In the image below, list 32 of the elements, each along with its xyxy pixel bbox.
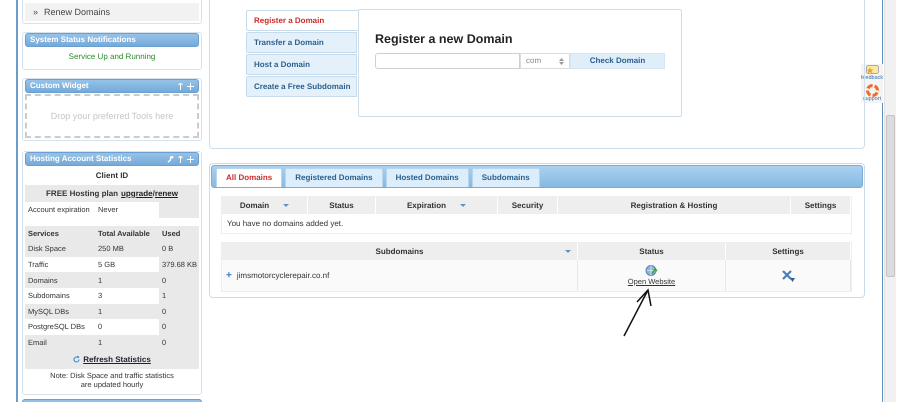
column-header: Registration & Hosting — [558, 197, 791, 214]
column-header: Security — [498, 197, 558, 214]
widget-title: System Status Notifications — [30, 35, 136, 45]
column-header: Settings — [791, 197, 851, 214]
check-domain-button[interactable]: Check Domain — [570, 53, 665, 69]
domains-tab[interactable]: All Domains — [216, 168, 282, 187]
link-separator: / — [152, 188, 155, 198]
domains-tab[interactable]: Registered Domains — [285, 168, 383, 187]
column-header: Status — [308, 197, 376, 214]
domains-tab[interactable]: Subdomains — [472, 168, 540, 187]
domains-tab[interactable]: Hosted Domains — [386, 168, 469, 187]
tld-select[interactable]: com — [520, 53, 570, 69]
widget-title: Custom Widget — [30, 81, 89, 91]
domain-action-tab[interactable]: Host a Domain — [246, 54, 357, 75]
plan-text: FREE Hosting plan — [46, 188, 118, 198]
domain-action-tab[interactable]: Create a Free Subdomain — [246, 76, 357, 97]
widget-title: Hosting Account Statistics — [30, 154, 132, 164]
domain-action-tab[interactable]: Transfer a Domain — [246, 32, 357, 53]
sidebar-menu-item[interactable]: » Renew Domains — [25, 3, 199, 21]
panel-title: Register a new Domain — [375, 32, 514, 47]
column-header[interactable]: Domain — [222, 197, 308, 214]
upgrade-link[interactable]: upgrade — [121, 188, 153, 198]
empty-message: You have no domains added yet. — [226, 218, 344, 230]
refresh-link[interactable]: Refresh Statistics — [83, 355, 151, 365]
column-header[interactable]: Expiration — [376, 197, 498, 214]
expand-icon[interactable]: + — [226, 270, 232, 282]
client-id-label: Client ID — [94, 170, 130, 182]
subdomain-name: jimsmotorcyclerepair.co.nf — [236, 270, 330, 280]
drop-hint: Drop your preferred Tools here — [50, 110, 174, 122]
domain-action-tab[interactable]: Register a Domain — [246, 10, 358, 31]
renew-link[interactable]: renew — [154, 188, 178, 198]
status-message: Service Up and Running — [68, 51, 156, 63]
